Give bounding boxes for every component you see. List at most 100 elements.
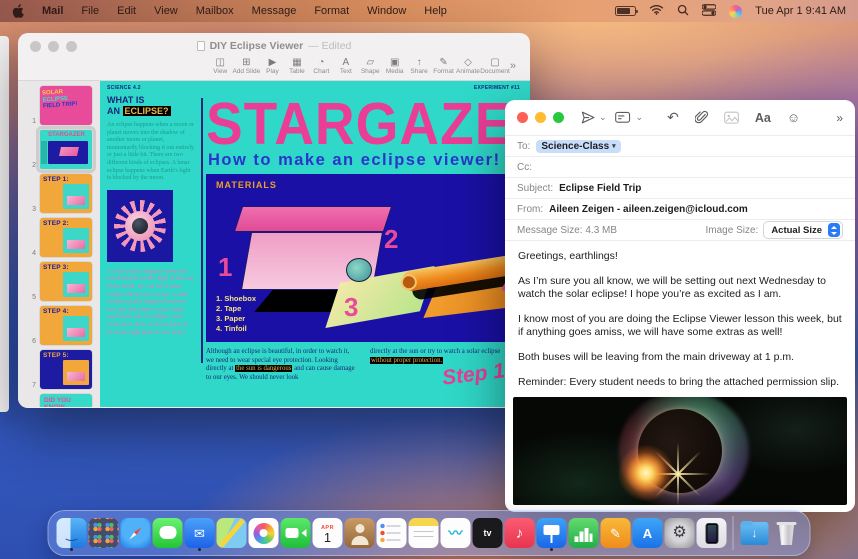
slide-thumbnail-1[interactable]: 1 SOLAR ECLIPSE FIELD TRIP! — [18, 86, 96, 125]
dock-finder[interactable]: ‿ — [57, 514, 87, 552]
desktop: Mail File Edit View Mailbox Message Form… — [0, 0, 858, 559]
search-icon[interactable] — [677, 4, 689, 19]
dock-calendar[interactable]: APR1 — [313, 514, 343, 552]
dock-numbers[interactable] — [569, 514, 599, 552]
dock-safari[interactable] — [121, 514, 151, 552]
dock-reminders[interactable] — [377, 514, 407, 552]
dock-apple-tv[interactable]: tv — [473, 514, 503, 552]
highlight-proper-protection: without proper protection. — [370, 357, 443, 364]
dock-trash[interactable] — [772, 514, 802, 552]
menu-bar-clock[interactable]: Tue Apr 1 9:41 AM — [755, 5, 846, 17]
menu-item-mailbox[interactable]: Mailbox — [196, 5, 234, 17]
dock-system-settings[interactable]: ⚙ — [665, 514, 695, 552]
mail-close-button[interactable] — [517, 112, 528, 123]
dock-freeform[interactable]: 〰 — [441, 514, 471, 552]
dock-iphone-mirroring[interactable] — [697, 514, 727, 552]
dock-keynote[interactable] — [537, 514, 567, 552]
text-button[interactable]: AText — [334, 57, 358, 75]
dock-music[interactable]: ♪ — [505, 514, 535, 552]
siri-icon[interactable] — [729, 5, 742, 18]
dock-photos[interactable] — [249, 514, 279, 552]
format-button[interactable]: ✎Format — [431, 57, 455, 75]
slide-thumbnail-8[interactable]: DID YOU KNOW — [18, 394, 96, 407]
slide-thumbnail-4[interactable]: 4 STEP 2: — [18, 218, 96, 257]
play-button[interactable]: ▶Play — [260, 57, 284, 75]
shape-button[interactable]: ▱Shape — [358, 57, 382, 75]
send-chevron-icon[interactable]: ⌄ — [599, 112, 607, 123]
from-field[interactable]: From: Aileen Zeigen - aileen.zeigen@iclo… — [505, 198, 855, 219]
dock-launchpad[interactable] — [89, 514, 119, 552]
mail-compose-window: ⌄ ⌄ ↶ Aa ☺ » To: Science-Class▾ — [505, 100, 855, 512]
eclipse-paragraph-2: A solar eclipse happens when the moon bl… — [107, 269, 195, 337]
slide-thumbnail-7[interactable]: 7 STEP 5: — [18, 350, 96, 389]
body-paragraph: Both buses will be leaving from the main… — [518, 351, 842, 364]
from-value[interactable]: Aileen Zeigen - aileen.zeigen@icloud.com — [549, 204, 748, 215]
eclipse-photo-attachment[interactable] — [513, 397, 847, 505]
dock-mail[interactable]: ✉ — [185, 514, 215, 552]
dock-facetime[interactable] — [281, 514, 311, 552]
document-proxy-icon — [197, 41, 205, 51]
document-button[interactable]: ▢Document — [480, 57, 510, 75]
view-button[interactable]: ◫View — [208, 57, 232, 75]
keynote-zoom-button[interactable] — [66, 41, 77, 52]
running-indicator — [550, 548, 553, 551]
dock-messages[interactable] — [153, 514, 183, 552]
table-button[interactable]: ▦Table — [285, 57, 309, 75]
header-fields-chevron-icon[interactable]: ⌄ — [636, 112, 644, 123]
emoji-icon[interactable]: ☺ — [787, 110, 800, 125]
dock-pages[interactable]: ✎ — [601, 514, 631, 552]
menu-item-window[interactable]: Window — [367, 5, 406, 17]
apple-menu-icon[interactable] — [12, 4, 24, 18]
dock-downloads[interactable]: ↓ — [740, 514, 770, 552]
subject-field[interactable]: Subject: Eclipse Field Trip — [505, 177, 855, 198]
add-slide-button[interactable]: ⊞Add Slide — [232, 57, 260, 75]
toolbar-overflow-icon[interactable]: » — [510, 60, 516, 72]
background-window-edge[interactable] — [0, 36, 9, 412]
share-icon: ↑ — [417, 57, 422, 68]
image-size-select[interactable]: Actual Size — [763, 221, 843, 239]
keynote-titlebar[interactable]: DIY Eclipse Viewer — Edited — [18, 33, 530, 52]
control-center-icon[interactable] — [702, 4, 716, 19]
undo-icon[interactable]: ↶ — [667, 109, 679, 126]
menu-item-file[interactable]: File — [81, 5, 99, 17]
attach-icon[interactable] — [695, 110, 708, 125]
mail-minimize-button[interactable] — [535, 112, 546, 123]
dock-notes[interactable] — [409, 514, 439, 552]
slide-thumbnail-6[interactable]: 6 STEP 4: — [18, 306, 96, 345]
battery-icon[interactable] — [615, 6, 636, 16]
slide-thumbnail-3[interactable]: 3 STEP 1: — [18, 174, 96, 213]
slide-left-column: WHAT IS AN ECLIPSE? An eclipse happens w… — [107, 95, 195, 337]
share-button[interactable]: ↑Share — [407, 57, 431, 75]
menu-item-edit[interactable]: Edit — [117, 5, 136, 17]
dock-app-store[interactable]: A — [633, 514, 663, 552]
slide-thumbnail-2-selected[interactable]: 2 STARGAZER — [18, 130, 96, 169]
view-icon: ◫ — [215, 57, 224, 68]
wifi-icon[interactable] — [649, 4, 664, 18]
mail-toolbar-overflow-icon[interactable]: » — [836, 111, 843, 125]
menu-item-mail[interactable]: Mail — [42, 5, 63, 17]
header-fields-icon[interactable] — [615, 111, 633, 125]
chart-button[interactable]: ◔Chart — [309, 57, 333, 75]
slide-canvas[interactable]: SCIENCE 4.2 EXPERIMENT #11 WHAT IS AN EC… — [100, 81, 530, 407]
to-field[interactable]: To: Science-Class▾ — [505, 135, 855, 156]
animate-button[interactable]: ◇Animate — [456, 57, 480, 75]
format-icon[interactable]: Aa — [755, 111, 771, 125]
menu-item-view[interactable]: View — [154, 5, 178, 17]
media-button[interactable]: ▣Media — [382, 57, 406, 75]
keynote-close-button[interactable] — [30, 41, 41, 52]
dock-maps[interactable] — [217, 514, 247, 552]
menu-item-message[interactable]: Message — [252, 5, 297, 17]
mail-toolbar[interactable]: ⌄ ⌄ ↶ Aa ☺ » — [505, 100, 855, 135]
dock-contacts[interactable] — [345, 514, 375, 552]
menu-item-format[interactable]: Format — [314, 5, 349, 17]
slide-thumbnail-5[interactable]: 5 STEP 3: — [18, 262, 96, 301]
eclipse-flare — [618, 445, 674, 501]
menu-item-help[interactable]: Help — [424, 5, 447, 17]
cc-field[interactable]: Cc: — [505, 156, 855, 177]
to-recipient-token[interactable]: Science-Class▾ — [536, 140, 620, 153]
send-icon[interactable] — [580, 110, 596, 125]
mail-zoom-button[interactable] — [553, 112, 564, 123]
subject-value[interactable]: Eclipse Field Trip — [559, 183, 641, 194]
keynote-minimize-button[interactable] — [48, 41, 59, 52]
token-chevron-icon: ▾ — [612, 142, 616, 150]
